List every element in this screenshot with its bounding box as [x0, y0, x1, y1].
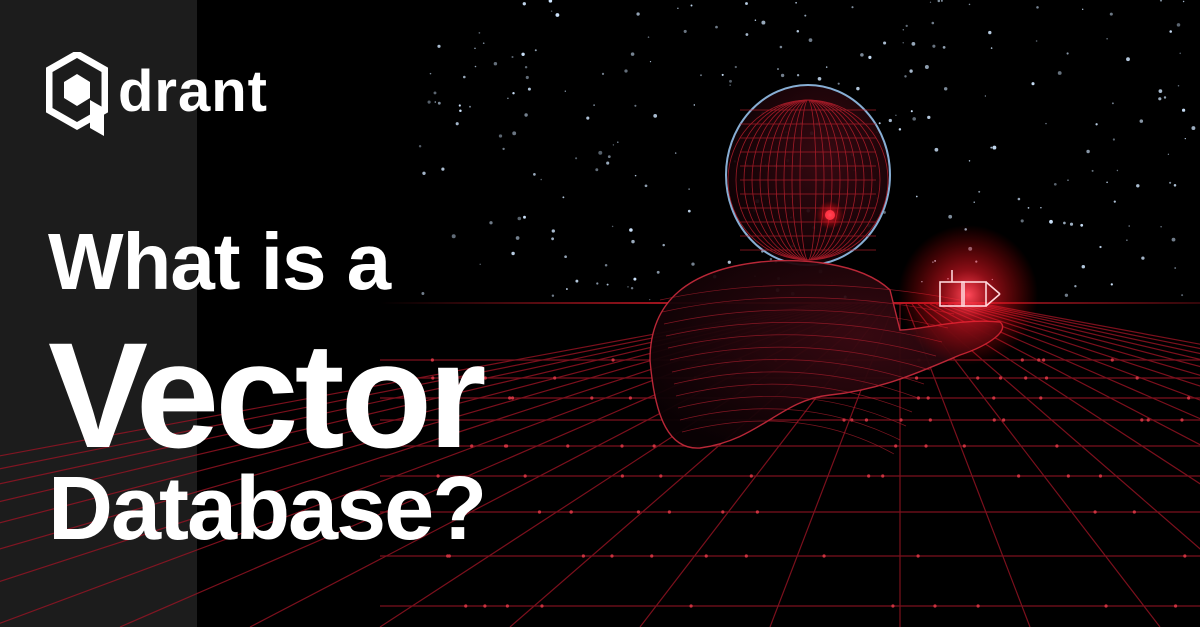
qdrant-hexagon-q-icon	[46, 52, 108, 136]
headline-line-2: Vector	[48, 311, 487, 479]
logo-wordmark: drant	[118, 59, 268, 124]
qdrant-logo[interactable]: drant	[46, 52, 268, 138]
headline-line-1: What is a	[48, 217, 391, 306]
headline-line-3: Database?	[48, 459, 487, 559]
